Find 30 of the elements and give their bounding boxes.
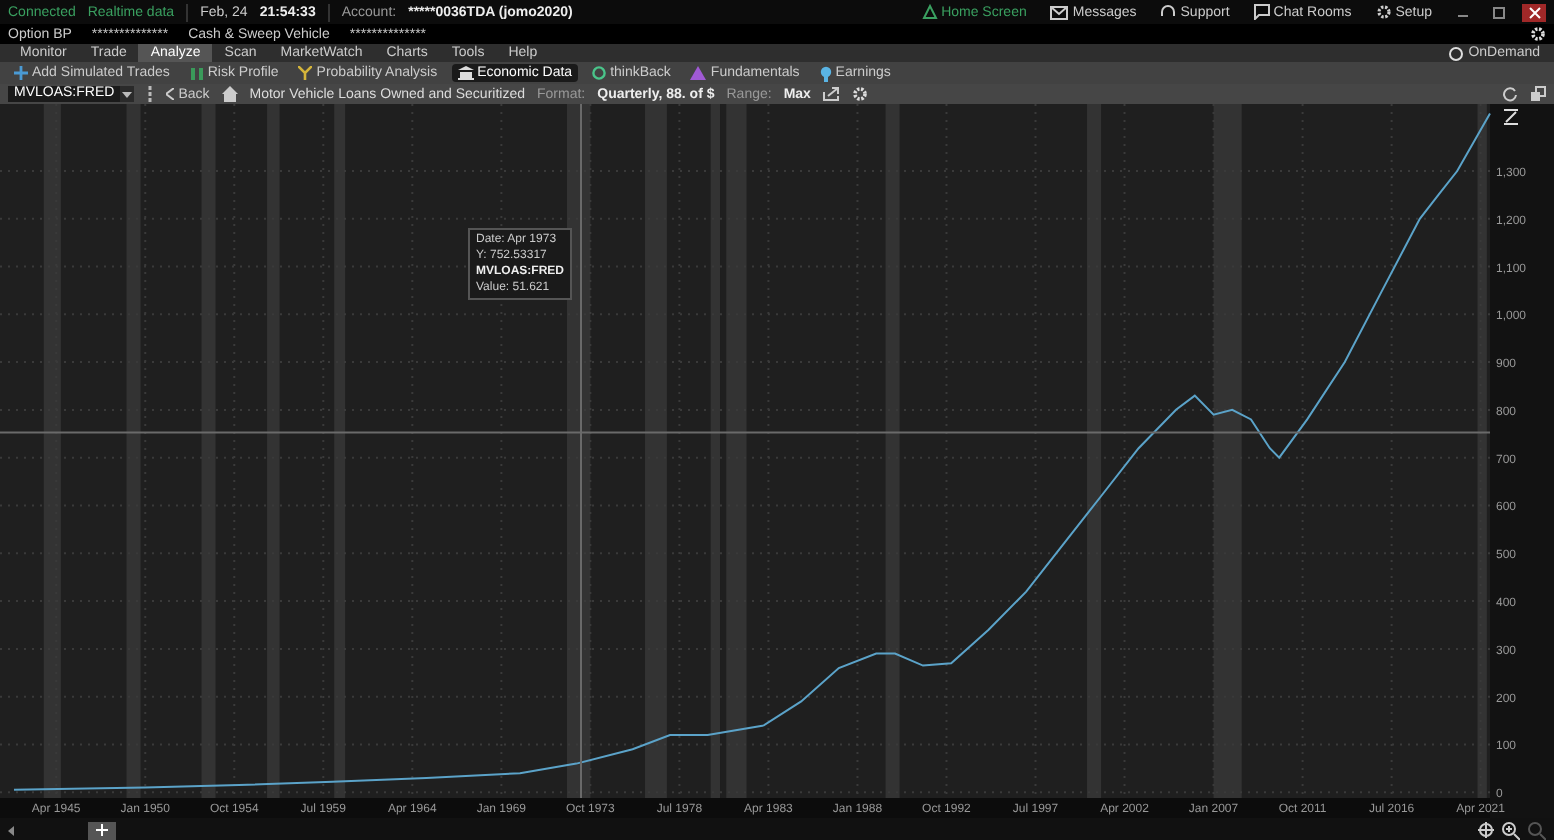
fork-icon	[298, 66, 313, 80]
triangle-icon	[690, 66, 707, 80]
home-icon[interactable]	[221, 86, 238, 102]
close-button[interactable]	[1522, 3, 1546, 21]
settings-icon[interactable]	[1530, 26, 1546, 42]
bars-icon	[189, 66, 204, 80]
headset-icon	[1160, 4, 1177, 20]
settings-icon	[1375, 4, 1392, 20]
caret-icon	[122, 91, 133, 97]
zoom-out-icon[interactable]	[1528, 821, 1546, 839]
grip-icon	[96, 824, 108, 836]
zoom-in-icon[interactable]	[1502, 821, 1520, 839]
close-icon	[1527, 5, 1541, 19]
mail-icon	[1050, 5, 1069, 19]
crosshair-icon[interactable]	[1478, 822, 1494, 838]
share-icon[interactable]	[822, 86, 841, 102]
scroll-handle[interactable]	[88, 821, 116, 839]
bulb-icon	[819, 65, 832, 81]
dropdown-button[interactable]	[120, 86, 135, 102]
chat-icon	[1253, 4, 1270, 20]
scroll-left-icon[interactable]	[8, 825, 16, 835]
plus-icon	[14, 66, 28, 80]
windows-icon[interactable]	[1530, 86, 1546, 102]
maximize-icon	[1491, 5, 1505, 19]
axis-options-icon[interactable]	[1502, 108, 1520, 126]
settings-icon[interactable]	[852, 86, 869, 102]
caret-icon	[166, 88, 175, 100]
home-icon	[921, 4, 938, 20]
refresh-icon[interactable]	[1502, 86, 1518, 102]
building-icon	[457, 66, 474, 80]
